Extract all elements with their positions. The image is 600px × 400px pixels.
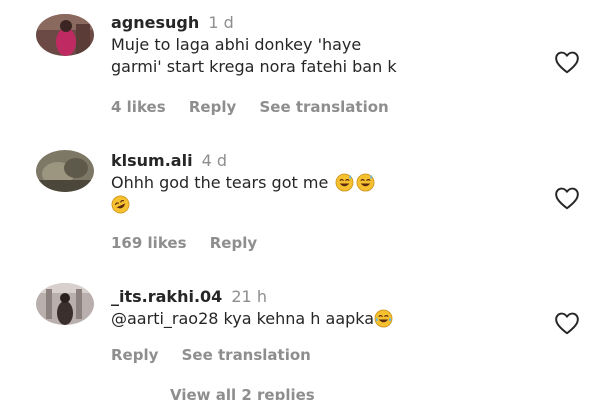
comment-body: _its.rakhi.04 21 h @aarti_rao28 kya kehn… <box>111 286 531 330</box>
comment-body: agnesugh 1 d Muje to laga abhi donkey 'h… <box>111 12 531 78</box>
comment-text-line <box>111 194 531 216</box>
emoji-sweat-smile <box>335 173 354 192</box>
comment-text-line: Ohhh god the tears got me <box>111 172 531 194</box>
comment-header: agnesugh 1 d <box>111 12 531 34</box>
comment-actions: 4 likes Reply See translation <box>111 98 407 116</box>
comment-header: klsum.ali 4 d <box>111 150 531 172</box>
comment-text: kya kehna h aapka <box>218 309 375 328</box>
comment-time: 21 h <box>231 287 267 306</box>
heart-outline-icon[interactable] <box>554 186 580 210</box>
comment-header: _its.rakhi.04 21 h <box>111 286 531 308</box>
comment-text-line: garmi' start krega nora fatehi ban k <box>111 57 397 76</box>
reply-button[interactable]: Reply <box>111 346 158 364</box>
avatar-photo <box>36 150 94 192</box>
mention-link[interactable]: @aarti_rao28 <box>111 309 218 328</box>
emoji-rofl <box>111 195 130 214</box>
comment-actions: 169 likes Reply <box>111 234 275 252</box>
likes-count[interactable]: 169 likes <box>111 234 187 252</box>
see-translation-button[interactable]: See translation <box>182 346 311 364</box>
reply-button[interactable]: Reply <box>210 234 257 252</box>
reply-button[interactable]: Reply <box>189 98 236 116</box>
emoji-sweat-smile <box>356 173 375 192</box>
comment-text-line: Muje to laga abhi donkey 'haye <box>111 35 362 54</box>
comments-panel: agnesugh 1 d Muje to laga abhi donkey 'h… <box>0 0 600 400</box>
comment-text-line: @aarti_rao28 kya kehna h aapka <box>111 308 531 330</box>
heart-outline-icon[interactable] <box>554 50 580 74</box>
avatar-photo <box>36 283 94 325</box>
likes-count[interactable]: 4 likes <box>111 98 166 116</box>
comment-body: klsum.ali 4 d Ohhh god the tears got me <box>111 150 531 216</box>
comment-time: 4 d <box>201 151 228 170</box>
view-replies-button[interactable]: View all 2 replies <box>170 386 315 400</box>
username[interactable]: _its.rakhi.04 <box>111 287 222 306</box>
comment-text: Ohhh god the tears got me <box>111 173 329 192</box>
avatar[interactable] <box>36 283 94 325</box>
avatar[interactable] <box>36 150 94 192</box>
username[interactable]: agnesugh <box>111 13 199 32</box>
avatar[interactable] <box>36 14 94 56</box>
see-translation-button[interactable]: See translation <box>259 98 388 116</box>
heart-outline-icon[interactable] <box>554 311 580 335</box>
username[interactable]: klsum.ali <box>111 151 193 170</box>
emoji-joy <box>374 309 393 328</box>
avatar-photo <box>36 14 94 56</box>
comment-time: 1 d <box>208 13 234 32</box>
comment-actions: Reply See translation <box>111 346 329 364</box>
